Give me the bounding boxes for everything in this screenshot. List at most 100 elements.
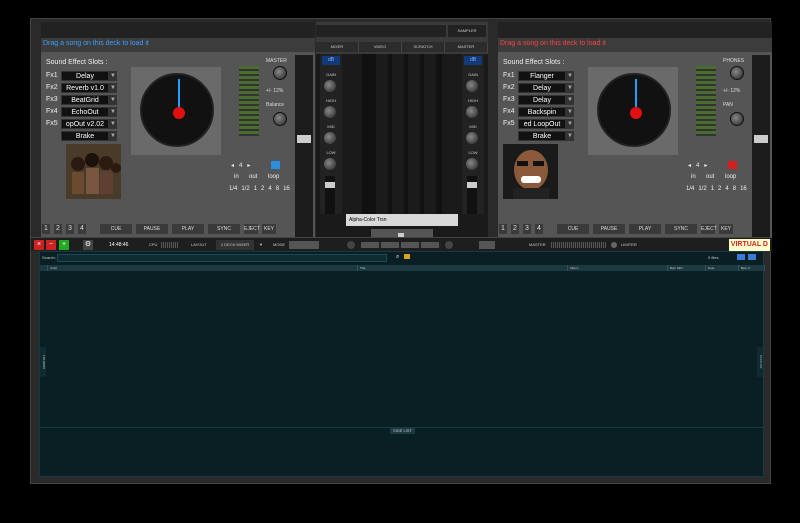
fx-slot-4[interactable]: Fx4 EchoOut ▼ [46,106,117,117]
tab-master[interactable]: MASTER [445,42,488,52]
playlist-tab[interactable]: PLAYLIST [757,347,763,377]
lock-icon[interactable] [271,161,280,169]
column-artist[interactable]: Artist [48,265,358,271]
folders-tab[interactable]: FOLDERS [40,347,46,377]
pan-knob[interactable] [730,112,744,126]
lock-icon[interactable] [728,161,737,169]
loop-in-button[interactable]: in [691,174,696,180]
hotcue-3-button[interactable]: 3 [65,223,75,235]
pitch-slider[interactable] [295,55,313,244]
browser-toggle[interactable] [479,241,495,249]
fader-thumb[interactable] [325,182,335,188]
pitch-thumb[interactable] [297,135,311,143]
loop-in-button[interactable]: in [234,174,239,180]
close-icon[interactable]: × [34,240,44,250]
column-note[interactable]: Note [706,265,739,271]
hotcue-2-button[interactable]: 2 [53,223,63,235]
low-knob[interactable] [466,158,478,170]
platter[interactable] [140,73,214,147]
tab-mixer[interactable]: MIXER [316,42,359,52]
fx-slot-5[interactable]: Fx5 ed LoopOut ▼ [503,118,574,129]
tab-video[interactable]: VIDEO [359,42,402,52]
loop-button[interactable]: loop [268,174,279,180]
deck-left-waveform[interactable] [41,22,315,38]
turntable[interactable] [131,67,221,155]
column-bpm-key[interactable]: Bpm KEY [668,265,706,271]
turntable[interactable] [588,67,678,155]
mid-knob[interactable] [466,132,478,144]
loop-out-button[interactable]: out [249,174,257,180]
side-list-tab[interactable]: SIDE LIST [390,428,415,434]
column-sort[interactable] [40,265,48,271]
tab-scratch[interactable]: SCRATCH [402,42,445,52]
fx-slot-6[interactable]: Brake ▼ [503,130,574,141]
high-knob[interactable] [466,106,478,118]
fx-slot-1[interactable]: Fx1 Delay ▼ [46,70,117,81]
volume-fader[interactable] [325,176,335,214]
column-album[interactable]: Album [568,265,668,271]
mode-toggle[interactable] [289,241,319,249]
search-input[interactable] [57,254,387,262]
volume-fader[interactable] [467,176,477,214]
column-title[interactable]: Title [358,265,568,271]
cue-button[interactable]: CUE [99,223,133,235]
play-button[interactable]: PLAY [171,223,205,235]
fx-slot-3[interactable]: Fx3 BeatGrid ▼ [46,94,117,105]
fx-slot-2[interactable]: Fx2 Delay ▼ [503,82,574,93]
column-bpm-c[interactable]: Bpm C [739,265,765,271]
hotcue-4-button[interactable]: 4 [77,223,87,235]
minimize-icon[interactable]: − [46,240,56,250]
record-icon[interactable] [347,241,355,249]
loop-out-button[interactable]: out [706,174,714,180]
high-knob[interactable] [324,106,336,118]
platter[interactable] [597,73,671,147]
fx-slot-3[interactable]: Fx3 Delay ▼ [503,94,574,105]
grid-view-icon[interactable] [748,254,756,260]
balance-knob[interactable] [273,112,287,126]
low-knob[interactable] [324,158,336,170]
fx-slot-5[interactable]: Fx5 opOut v2.02 ▼ [46,118,117,129]
folder-icon[interactable] [404,254,410,259]
layout-select[interactable]: 2 DECK MIXER [216,240,254,250]
mid-knob[interactable] [324,132,336,144]
list-view-icon[interactable] [737,254,745,260]
chevron-down-icon[interactable]: ▼ [259,238,263,252]
fx-slot-4[interactable]: Fx4 Backspin ▼ [503,106,574,117]
key-button[interactable]: KEY [261,223,277,235]
master-knob[interactable] [273,66,287,80]
sync-button[interactable]: SYNC [664,223,698,235]
pitch-thumb[interactable] [754,135,768,143]
hotcue-1-button[interactable]: 1 [498,223,508,235]
gain-knob[interactable] [466,80,478,92]
cue-button[interactable]: CUE [556,223,590,235]
fader-thumb[interactable] [467,182,477,188]
hotcue-2-button[interactable]: 2 [510,223,520,235]
deck-right-waveform[interactable] [498,22,772,38]
search-icon[interactable]: ⌕ [396,254,399,261]
sampler-pads[interactable] [361,242,441,248]
fx-slot-2[interactable]: Fx2 Reverb v1.0 ▼ [46,82,117,93]
key-button[interactable]: KEY [718,223,734,235]
loop-controls[interactable]: ◂ 4 ▸ [688,162,707,169]
gain-knob[interactable] [324,80,336,92]
video-fx-select[interactable]: Alpha-Color Trsn [346,214,458,226]
phones-knob[interactable] [730,66,744,80]
maximize-icon[interactable]: + [59,240,69,250]
fx-slot-1[interactable]: Fx1 Flanger ▼ [503,70,574,81]
play-button[interactable]: PLAY [628,223,662,235]
pitch-slider[interactable] [752,55,770,244]
loop-controls[interactable]: ◂ 4 ▸ [231,162,250,169]
loop-button[interactable]: loop [725,174,736,180]
eject-button[interactable]: EJECT [700,223,717,235]
hotcue-3-button[interactable]: 3 [522,223,532,235]
hotcue-1-button[interactable]: 1 [41,223,51,235]
loop-size-list[interactable]: 1/4 1/2 1 2 4 8 16 [229,186,290,192]
hotcue-4-button[interactable]: 4 [534,223,544,235]
eject-button[interactable]: EJECT [243,223,260,235]
sampler-button[interactable]: SAMPLER [448,25,486,37]
loop-size-list[interactable]: 1/4 1/2 1 2 4 8 16 [686,186,747,192]
pause-button[interactable]: PAUSE [135,223,169,235]
pause-button[interactable]: PAUSE [592,223,626,235]
fx-slot-6[interactable]: Brake ▼ [46,130,117,141]
gear-icon[interactable]: ⚙ [83,240,93,250]
